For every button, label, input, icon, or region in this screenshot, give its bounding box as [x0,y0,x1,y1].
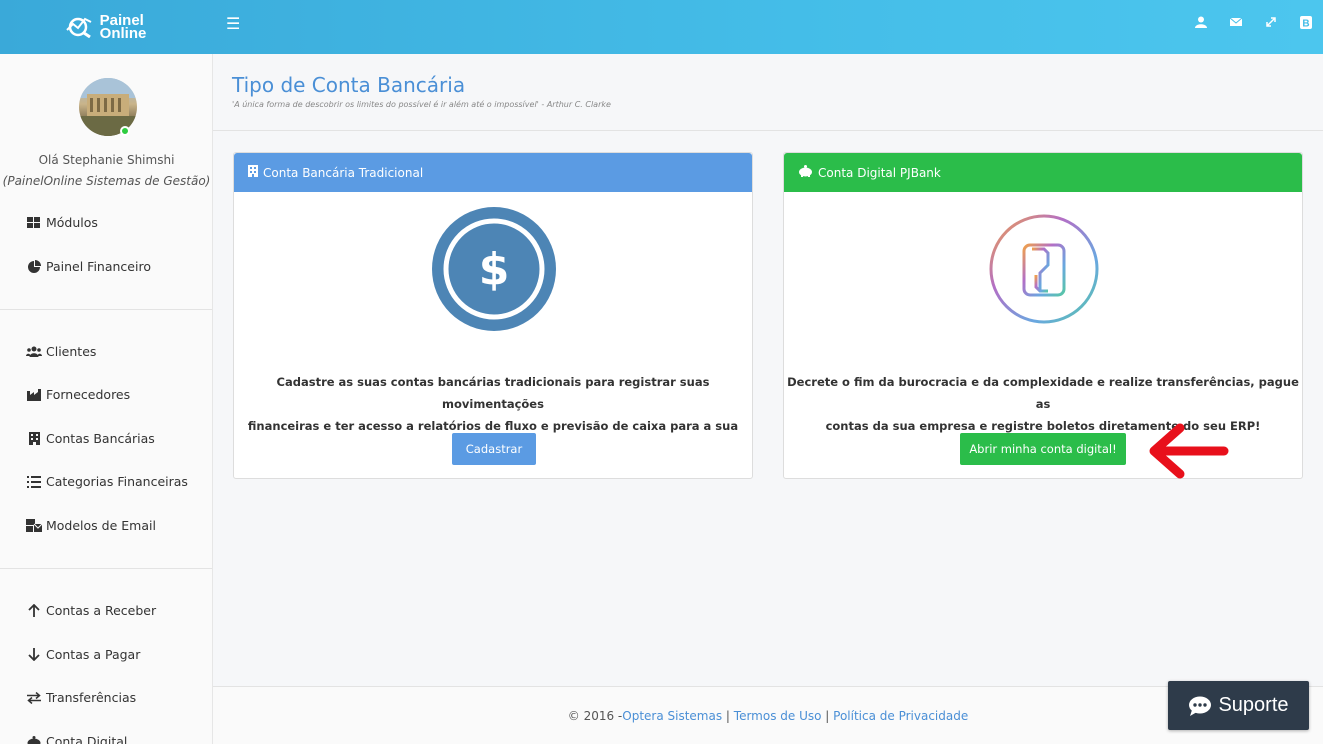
footer-separator: | [722,708,734,723]
card-header-title: Conta Digital PJBank [818,165,941,180]
envelope-icon[interactable] [1229,15,1243,29]
terms-link[interactable]: Termos de Uso [734,709,822,723]
cadastrar-button[interactable]: Cadastrar [452,433,536,465]
sidebar-item-modulos[interactable]: Módulos [26,215,98,230]
sidebar-item-painel-financeiro[interactable]: Painel Financeiro [26,259,151,274]
support-label: Suporte [1218,694,1289,716]
user-greeting: Olá Stephanie Shimshi [38,153,175,167]
list-icon [26,475,42,489]
card-header: Conta Digital PJBank [784,153,1302,192]
pie-chart-icon [26,260,42,274]
arrow-up-icon [26,604,42,618]
menu-toggle-icon[interactable]: ☰ [226,16,240,32]
building-icon [248,165,258,180]
mail-bulk-icon [26,519,42,533]
card-description-line1: Cadastre as suas contas bancárias tradic… [276,375,710,411]
page-title: Tipo de Conta Bancária [232,73,466,97]
chat-bubble-icon [1189,696,1212,716]
sidebar-divider [0,568,212,569]
title-divider [213,130,1323,131]
open-digital-account-button[interactable]: Abrir minha conta digital! [960,433,1126,465]
sidebar-item-contas-a-pagar[interactable]: Contas a Pagar [26,647,140,662]
sidebar-item-label: Categorias Financeiras [46,474,188,489]
card-header-title: Conta Bancária Tradicional [263,165,424,180]
sidebar-item-label: Conta Digital [46,734,128,744]
red-arrow-annotation [1149,423,1229,479]
arrow-down-icon [26,648,42,662]
brand-line2: Online [99,25,147,42]
grid-icon [26,216,42,230]
card-description-line1: Decrete o fim da burocracia e da complex… [787,375,1299,411]
top-bar: Painel Online ☰ B [0,0,1323,54]
sidebar-item-contas-a-receber[interactable]: Contas a Receber [26,603,156,618]
sidebar-item-modelos-de-email[interactable]: Modelos de Email [26,518,156,533]
piggy-bank-icon [798,165,813,180]
card-header: Conta Bancária Tradicional [234,153,752,192]
sidebar-item-label: Fornecedores [46,387,131,402]
optera-link[interactable]: Optera Sistemas [622,709,722,723]
footer-separator: | [821,708,834,723]
users-icon [26,345,42,359]
sidebar-divider [0,309,212,310]
user-company: (PainelOnline Sistemas de Gestão) [2,174,211,188]
brand-logo-mark: Painel Online [65,13,147,42]
piggy-bank-icon [26,735,42,744]
pjbank-logo-icon [989,214,1099,324]
sidebar: Olá Stephanie Shimshi (PainelOnline Sist… [0,54,213,744]
industry-icon [26,388,42,402]
page-quote: 'A única forma de descobrir os limites d… [232,100,611,109]
exchange-icon [26,691,42,705]
brand-text: Painel Online [99,13,147,42]
logo-chart-icon [65,17,92,38]
sidebar-item-label: Transferências [46,690,137,705]
expand-icon[interactable] [1264,15,1278,29]
sidebar-item-label: Módulos [46,215,98,230]
sidebar-item-label: Contas a Receber [46,603,157,618]
sidebar-item-categorias-financeiras[interactable]: Categorias Financeiras [26,474,188,489]
user-icon[interactable] [1194,15,1208,29]
sidebar-item-label: Painel Financeiro [46,259,151,274]
sidebar-item-contas-bancarias[interactable]: Contas Bancárias [26,431,155,446]
dollar-coin-icon: $ [432,207,556,331]
sidebar-item-fornecedores[interactable]: Fornecedores [26,387,130,402]
top-icons: B [1194,15,1313,29]
dollar-symbol: $ [479,244,510,295]
building-icon [26,432,42,446]
support-button[interactable]: Suporte [1168,681,1309,730]
sidebar-item-label: Contas a Pagar [46,647,141,662]
sidebar-item-label: Clientes [46,344,97,359]
brand-logo[interactable]: Painel Online [0,0,212,54]
sidebar-item-transferencias[interactable]: Transferências [26,690,136,705]
online-status-dot [120,126,130,136]
bootstrap-icon[interactable]: B [1299,15,1313,29]
footer: © 2016 - Optera Sistemas | Termos de Uso… [213,686,1323,744]
sidebar-item-label: Contas Bancárias [46,431,155,446]
card-traditional-account: Conta Bancária Tradicional $ Cadastre as… [233,152,753,479]
sidebar-item-label: Modelos de Email [46,518,156,533]
privacy-link[interactable]: Política de Privacidade [833,709,968,723]
sidebar-item-clientes[interactable]: Clientes [26,344,96,359]
svg-text:B: B [1302,18,1309,29]
footer-copyright: © 2016 - [567,708,623,723]
sidebar-item-conta-digital[interactable]: Conta Digital [26,734,127,744]
